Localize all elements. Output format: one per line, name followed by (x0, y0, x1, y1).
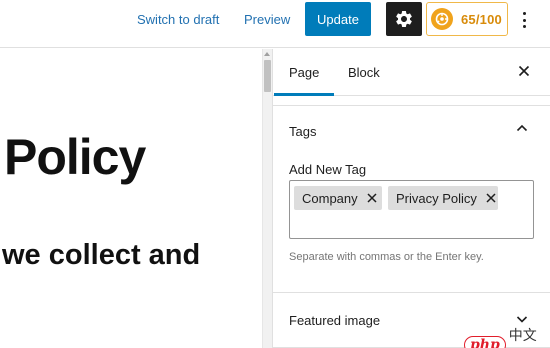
scroll-up-icon[interactable] (264, 52, 270, 56)
tags-panel-toggle[interactable]: Tags (289, 124, 316, 139)
gear-icon (396, 10, 412, 27)
featured-image-toggle[interactable]: Featured image (289, 313, 380, 328)
tag-token: Privacy Policy (388, 186, 498, 210)
chevron-up-icon[interactable] (516, 122, 528, 134)
watermark-logo: php (464, 336, 506, 348)
tab-page[interactable]: Page (274, 49, 335, 96)
switch-to-draft-button[interactable]: Switch to draft (137, 13, 219, 27)
tab-block[interactable]: Block (333, 49, 395, 96)
paragraph-block[interactable]: we collect and (2, 238, 200, 272)
remove-tag-icon[interactable] (366, 192, 378, 204)
settings-button[interactable] (386, 2, 422, 36)
tags-panel: Tags Add New Tag Company Privacy Policy … (273, 105, 550, 293)
tags-help-text: Separate with commas or the Enter key. (289, 251, 484, 263)
seo-score: 65/100 (461, 11, 502, 27)
tag-token-label: Company (302, 190, 358, 206)
tag-input-field[interactable]: Company Privacy Policy (289, 180, 534, 239)
remove-tag-icon[interactable] (485, 192, 497, 204)
editor-header: Switch to draft Preview Update 65/100 (0, 0, 550, 48)
tag-token-label: Privacy Policy (396, 190, 477, 206)
editor-scrollbar[interactable] (262, 49, 272, 348)
update-button[interactable]: Update (305, 2, 371, 36)
sidebar-tabs: Page Block (273, 49, 550, 96)
scroll-thumb[interactable] (264, 60, 271, 92)
close-icon[interactable] (516, 63, 532, 79)
editor-canvas[interactable]: Policy we collect and (0, 49, 262, 348)
page-heading[interactable]: Policy (4, 129, 146, 185)
watermark: php 中文网 (464, 325, 550, 348)
vertical-ellipsis-icon (522, 12, 526, 15)
chevron-down-icon[interactable] (516, 313, 528, 325)
options-button[interactable] (516, 9, 532, 31)
settings-sidebar: Page Block Tags Add New Tag Company Priv… (272, 49, 550, 348)
preview-button[interactable]: Preview (244, 13, 290, 27)
add-new-tag-label: Add New Tag (289, 162, 367, 177)
seo-score-button[interactable]: 65/100 (426, 2, 508, 36)
watermark-text: 中文网 (508, 328, 537, 344)
seo-plugin-icon (431, 8, 453, 30)
tag-token: Company (294, 186, 382, 210)
